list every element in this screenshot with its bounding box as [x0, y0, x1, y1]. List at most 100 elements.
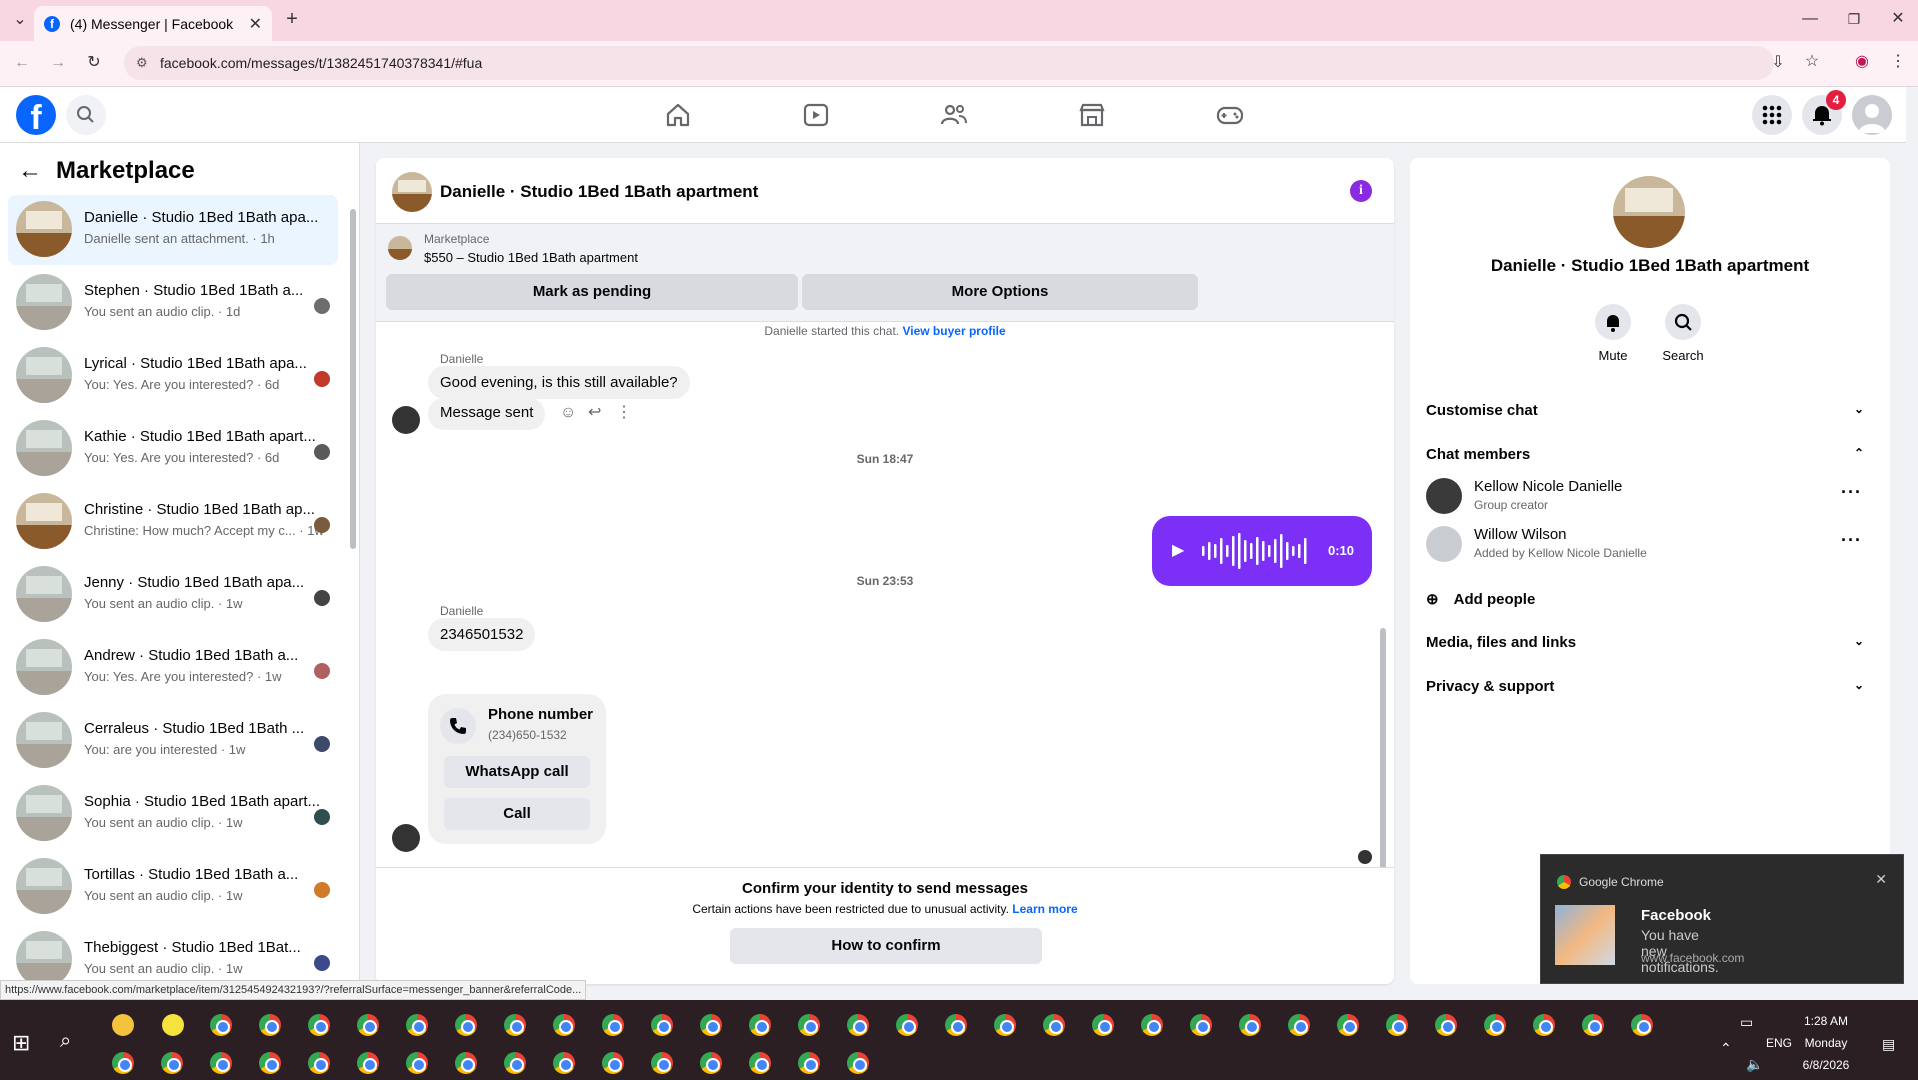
chrome-taskbar-icon[interactable] — [1288, 1014, 1310, 1036]
conversation-item[interactable]: Sophia · Studio 1Bed 1Bath apart... You s… — [8, 779, 338, 849]
more-options-icon[interactable]: ··· — [1841, 482, 1862, 503]
chrome-taskbar-icon[interactable] — [504, 1052, 526, 1074]
bookmark-star-icon[interactable]: ☆ — [1800, 52, 1824, 72]
clock[interactable]: 1:28 AM Monday 6/8/2026 — [1796, 1010, 1856, 1076]
chrome-taskbar-icon[interactable] — [210, 1014, 232, 1036]
action-center-icon[interactable]: ▤ — [1882, 1036, 1895, 1053]
conversation-item[interactable]: Cerraleus · Studio 1Bed 1Bath ... You: ar… — [8, 706, 338, 776]
chrome-taskbar-icon[interactable] — [1337, 1014, 1359, 1036]
chrome-taskbar-icon[interactable] — [602, 1014, 624, 1036]
back-icon[interactable]: ← — [10, 53, 34, 73]
chrome-taskbar-icon[interactable] — [1141, 1014, 1163, 1036]
conversation-item[interactable]: Tortillas · Studio 1Bed 1Bath a... You se… — [8, 852, 338, 922]
chrome-taskbar-icon[interactable] — [749, 1052, 771, 1074]
close-icon[interactable]: ✕ — [1875, 871, 1887, 888]
chrome-taskbar-icon[interactable] — [112, 1052, 134, 1074]
chrome-taskbar-icon[interactable] — [1582, 1014, 1604, 1036]
tab-search-icon[interactable]: ⌄ — [8, 10, 32, 30]
file-explorer-icon[interactable] — [112, 1014, 134, 1036]
chrome-taskbar-icon[interactable] — [553, 1014, 575, 1036]
conversation-item[interactable]: Lyrical · Studio 1Bed 1Bath apa... You: Y… — [8, 341, 338, 411]
video-icon[interactable] — [800, 99, 832, 131]
more-actions-icon[interactable]: ⋮ — [616, 402, 632, 422]
more-options-button[interactable]: More Options — [802, 274, 1198, 310]
friends-icon[interactable] — [938, 99, 970, 131]
chrome-taskbar-icon[interactable] — [945, 1014, 967, 1036]
profile-icon[interactable]: ◉ — [1850, 52, 1874, 72]
conversation-item[interactable]: Christine · Studio 1Bed 1Bath ap... Chris… — [8, 487, 338, 557]
chrome-taskbar-icon[interactable] — [1043, 1014, 1065, 1036]
chrome-taskbar-icon[interactable] — [259, 1014, 281, 1036]
chrome-taskbar-icon[interactable] — [700, 1014, 722, 1036]
more-options-icon[interactable]: ··· — [1841, 530, 1862, 551]
chrome-taskbar-icon[interactable] — [553, 1052, 575, 1074]
chrome-taskbar-icon[interactable] — [1631, 1014, 1653, 1036]
address-bar[interactable]: ⚙ facebook.com/messages/t/13824517403783… — [124, 46, 1774, 80]
restore-icon[interactable]: ❐ — [1842, 9, 1866, 29]
call-button[interactable]: Call — [444, 798, 590, 830]
install-app-icon[interactable]: ⇩ — [1766, 53, 1790, 73]
chrome-taskbar-icon[interactable] — [651, 1052, 673, 1074]
chrome-taskbar-icon[interactable] — [357, 1014, 379, 1036]
chat-title[interactable]: Danielle · Studio 1Bed 1Bath apartment — [440, 182, 758, 202]
minimize-icon[interactable]: — — [1798, 9, 1822, 29]
home-icon[interactable] — [662, 99, 694, 131]
chrome-taskbar-icon[interactable] — [455, 1014, 477, 1036]
chat-members-section[interactable]: Chat members ⌃ — [1426, 446, 1872, 463]
chevron-up-icon[interactable]: ⌃ — [1720, 1040, 1732, 1057]
conversation-item[interactable]: Danielle · Studio 1Bed 1Bath apa... Danie… — [8, 195, 338, 265]
message-bubble[interactable]: Good evening, is this still available? — [428, 366, 690, 399]
account-avatar[interactable] — [1852, 95, 1892, 135]
conversation-scrollbar[interactable] — [350, 209, 356, 549]
volume-icon[interactable]: 🔈 — [1746, 1056, 1763, 1073]
chrome-taskbar-icon[interactable] — [1239, 1014, 1261, 1036]
network-icon[interactable]: ▭ — [1740, 1014, 1753, 1031]
chrome-taskbar-icon[interactable] — [259, 1052, 281, 1074]
chrome-taskbar-icon[interactable] — [161, 1052, 183, 1074]
chrome-menu-icon[interactable]: ⋮ — [1886, 52, 1910, 72]
marketplace-icon[interactable] — [1076, 99, 1108, 131]
chrome-taskbar-icon[interactable] — [896, 1014, 918, 1036]
back-arrow-icon[interactable]: ← — [18, 157, 42, 185]
chrome-taskbar-icon[interactable] — [357, 1052, 379, 1074]
chrome-taskbar-icon[interactable] — [798, 1052, 820, 1074]
chrome-taskbar-icon[interactable] — [1435, 1014, 1457, 1036]
forward-icon[interactable]: → — [46, 53, 70, 73]
site-info-icon[interactable]: ⚙ — [136, 55, 148, 71]
view-buyer-profile-link[interactable]: View buyer profile — [902, 324, 1005, 338]
chrome-taskbar-icon[interactable] — [406, 1052, 428, 1074]
customise-chat-section[interactable]: Customise chat ⌄ — [1426, 402, 1872, 419]
chrome-taskbar-icon[interactable] — [455, 1052, 477, 1074]
chrome-taskbar-icon[interactable] — [1092, 1014, 1114, 1036]
search-in-chat-button[interactable]: Search — [1648, 304, 1718, 363]
chrome-taskbar-icon[interactable] — [798, 1014, 820, 1036]
chrome-notification[interactable]: Google Chrome ✕ Facebook You have new no… — [1540, 854, 1904, 984]
chrome-taskbar-icon[interactable] — [602, 1052, 624, 1074]
language-indicator[interactable]: ENG — [1766, 1036, 1792, 1050]
chrome-taskbar-icon[interactable] — [847, 1014, 869, 1036]
listing-thumbnail[interactable] — [392, 172, 432, 212]
chat-member[interactable]: Kellow Nicole Danielle Group creator ··· — [1426, 474, 1872, 518]
chrome-taskbar-icon[interactable] — [1533, 1014, 1555, 1036]
chrome-taskbar-icon[interactable] — [651, 1014, 673, 1036]
window-close-icon[interactable]: ✕ — [1886, 9, 1910, 29]
add-people-button[interactable]: ⊕ Add people — [1426, 590, 1872, 608]
conversation-item[interactable]: Stephen · Studio 1Bed 1Bath a... You sent… — [8, 268, 338, 338]
facebook-logo-icon[interactable]: f — [16, 95, 56, 135]
conversation-item[interactable]: Andrew · Studio 1Bed 1Bath a... You: Yes.… — [8, 633, 338, 703]
chrome-taskbar-icon[interactable] — [1386, 1014, 1408, 1036]
conversation-item[interactable]: Jenny · Studio 1Bed 1Bath apa... You sent… — [8, 560, 338, 630]
chrome-taskbar-icon[interactable] — [994, 1014, 1016, 1036]
message-bubble[interactable]: 2346501532 — [428, 618, 536, 651]
chrome-taskbar-icon[interactable] — [308, 1052, 330, 1074]
privacy-section[interactable]: Privacy & support ⌄ — [1426, 678, 1872, 695]
mark-as-pending-button[interactable]: Mark as pending — [386, 274, 798, 310]
chrome-taskbar-icon[interactable] — [210, 1052, 232, 1074]
chrome-taskbar-icon[interactable] — [749, 1014, 771, 1036]
taskbar-search-icon[interactable]: ⌕ — [60, 1030, 71, 1053]
tab-close-icon[interactable]: ✕ — [249, 14, 262, 34]
chat-member[interactable]: Willow Wilson Added by Kellow Nicole Dani… — [1426, 522, 1872, 566]
mute-button[interactable]: Mute — [1578, 304, 1648, 363]
browser-tab[interactable]: f (4) Messenger | Facebook ✕ — [34, 6, 272, 41]
chrome-taskbar-icon[interactable] — [308, 1014, 330, 1036]
